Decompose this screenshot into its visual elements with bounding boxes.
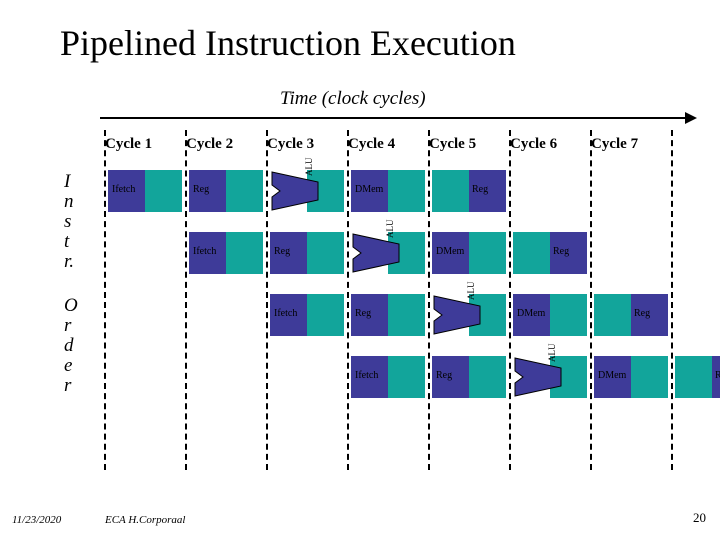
stage-dmem: DMem (594, 356, 668, 398)
stage-writeback: Reg (432, 170, 506, 212)
stage-writeback: Reg (675, 356, 720, 398)
footer-page-number: 20 (693, 510, 706, 526)
footer-date: 11/23/2020 (12, 514, 61, 526)
cycle-header: Cycle 4 (348, 136, 429, 153)
stage-alu: ALU (270, 170, 344, 212)
stage-writeback: Reg (513, 232, 587, 274)
stage-ifetch: Ifetch (108, 170, 182, 212)
cycle-header: Cycle 1 (105, 136, 186, 153)
stage-reg: Reg (270, 232, 344, 274)
time-arrow (100, 112, 695, 124)
yaxis-instr: Instr. (64, 172, 74, 272)
stage-reg: Reg (432, 356, 506, 398)
stage-reg: Reg (351, 294, 425, 336)
footer-author: ECA H.Corporaal (105, 514, 185, 526)
cycle-header: Cycle 2 (186, 136, 267, 153)
time-axis-label: Time (clock cycles) (280, 88, 426, 110)
stage-reg: Reg (189, 170, 263, 212)
cycle-header: Cycle 6 (510, 136, 591, 153)
stage-ifetch: Ifetch (270, 294, 344, 336)
yaxis-order: Order (64, 296, 78, 396)
stage-writeback: Reg (594, 294, 668, 336)
cycle-header: Cycle 5 (429, 136, 510, 153)
stage-ifetch: Ifetch (351, 356, 425, 398)
stage-alu: ALU (432, 294, 506, 336)
cycle-header: Cycle 7 (591, 136, 672, 153)
stage-alu: ALU (513, 356, 587, 398)
stage-alu: ALU (351, 232, 425, 274)
stage-ifetch: Ifetch (189, 232, 263, 274)
cycle-header-row: Cycle 1Cycle 2Cycle 3Cycle 4Cycle 5Cycle… (105, 136, 672, 153)
slide-title: Pipelined Instruction Execution (60, 22, 516, 64)
